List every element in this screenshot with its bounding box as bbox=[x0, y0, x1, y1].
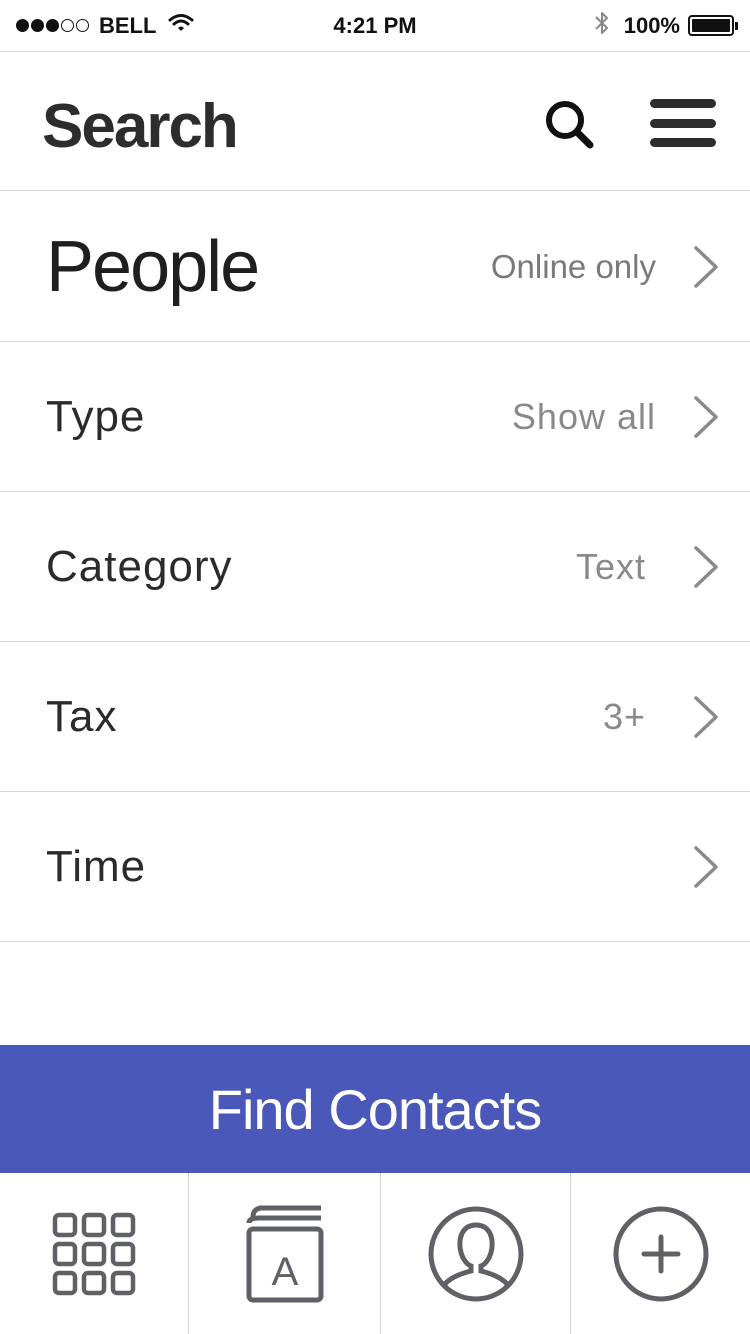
search-button[interactable] bbox=[540, 95, 600, 155]
filter-label: Tax bbox=[46, 691, 118, 741]
filter-label: Category bbox=[46, 541, 233, 591]
tab-add[interactable] bbox=[570, 1173, 750, 1334]
filter-row-category[interactable]: Category Text bbox=[0, 492, 750, 642]
profile-icon bbox=[428, 1206, 523, 1301]
tab-bar: A bbox=[0, 1173, 750, 1334]
signal-strength-icon bbox=[16, 19, 91, 32]
filter-row-tax[interactable]: Tax 3+ bbox=[0, 642, 750, 792]
find-contacts-button[interactable]: Find Contacts bbox=[0, 1045, 750, 1173]
address-book-icon: A bbox=[246, 1205, 323, 1302]
filter-row-time[interactable]: Time bbox=[0, 792, 750, 942]
status-bar: BELL 4:21 PM 100% bbox=[0, 0, 750, 52]
carrier-name: BELL bbox=[99, 12, 157, 38]
chevron-right-icon bbox=[694, 245, 718, 288]
chevron-right-icon bbox=[694, 845, 718, 888]
filter-value: Online only bbox=[490, 247, 656, 285]
filter-value: Text bbox=[575, 545, 646, 587]
chevron-right-icon bbox=[694, 395, 718, 438]
filter-value: 3+ bbox=[602, 695, 646, 737]
filter-label: Type bbox=[46, 391, 146, 441]
menu-button[interactable] bbox=[648, 97, 720, 149]
svg-text:A: A bbox=[271, 1250, 298, 1294]
tab-address-book[interactable]: A bbox=[188, 1173, 380, 1334]
tab-grid[interactable] bbox=[0, 1173, 188, 1334]
bluetooth-icon bbox=[594, 10, 610, 42]
page-title: Search bbox=[42, 92, 239, 161]
chevron-right-icon bbox=[694, 545, 718, 588]
grid-icon bbox=[52, 1212, 136, 1295]
battery-percent: 100% bbox=[623, 12, 680, 38]
filter-row-type[interactable]: Type Show all bbox=[0, 342, 750, 492]
filter-label: Time bbox=[46, 841, 147, 891]
filter-value: Show all bbox=[511, 395, 656, 437]
search-icon bbox=[546, 101, 594, 149]
add-circle-icon bbox=[613, 1206, 708, 1301]
battery-icon bbox=[688, 15, 738, 36]
filter-row-people[interactable]: People Online only bbox=[0, 192, 750, 342]
chevron-right-icon bbox=[694, 695, 718, 738]
tab-profile[interactable] bbox=[380, 1173, 570, 1334]
filter-label: People bbox=[46, 226, 260, 307]
filter-list: People Online only Type Show all Categor… bbox=[0, 192, 750, 942]
header: Search bbox=[0, 53, 750, 191]
wifi-icon bbox=[168, 13, 194, 39]
